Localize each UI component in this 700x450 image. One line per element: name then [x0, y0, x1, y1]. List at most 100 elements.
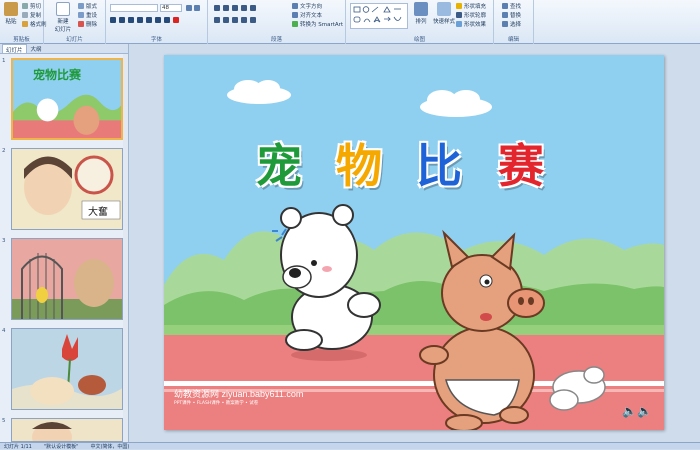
editing-group: 查找 替换 选择 编辑 — [494, 0, 534, 44]
numbering-icon[interactable] — [223, 5, 229, 11]
thumbnail-number: 5 — [2, 418, 6, 424]
title-char-2[interactable]: 物 — [336, 130, 382, 196]
thumbnail-row-3[interactable]: 3 — [2, 238, 124, 322]
new-slide-button[interactable]: 新建 幻灯片 — [52, 2, 74, 33]
watermark-text: 幼教资源网 ziyuan.baby611.com — [174, 389, 304, 399]
case-icon[interactable] — [164, 17, 170, 23]
paste-icon — [4, 2, 18, 16]
current-slide[interactable]: 宠 物 比 赛 幼教资源网 ziyuan.baby611.com PPT课件 •… — [164, 55, 664, 430]
cut-button[interactable]: 剪切 — [22, 2, 41, 10]
font-size-combo[interactable]: 48 — [160, 4, 182, 12]
text-direction-button[interactable]: 文字方向 — [292, 2, 322, 10]
select-button[interactable]: 选择 — [502, 20, 521, 28]
slide-thumbnail-panel: 幻灯片 大纲 1 宠物比赛 2 大奮 3 4 5 — [0, 44, 129, 442]
thumbnail-slide-4[interactable] — [11, 328, 123, 410]
line-spacing-icon[interactable] — [250, 5, 256, 11]
thumbnail-row-2[interactable]: 2 大奮 — [2, 148, 124, 232]
paragraph-group: 文字方向 对齐文本 转换为 SmartArt 段落 — [208, 0, 346, 44]
align-center-icon[interactable] — [223, 17, 229, 23]
speaker-icon[interactable]: 🔈🔈 — [622, 404, 652, 418]
layout-button[interactable]: 版式 — [78, 2, 97, 10]
tab-outline[interactable]: 大纲 — [28, 44, 45, 53]
delete-icon — [78, 21, 84, 27]
slide-4-thumbnail-image — [12, 329, 122, 409]
title-char-4[interactable]: 赛 — [498, 130, 544, 196]
smartart-button[interactable]: 转换为 SmartArt — [292, 20, 343, 28]
bold-icon[interactable] — [110, 17, 116, 23]
grow-font-button[interactable] — [186, 4, 200, 12]
arrange-icon — [414, 2, 428, 16]
align-text-icon — [292, 12, 298, 18]
columns-icon[interactable] — [250, 17, 256, 23]
replace-icon — [502, 12, 508, 18]
title-char-1[interactable]: 宠 — [256, 130, 302, 196]
underline-icon[interactable] — [128, 17, 134, 23]
thumbnail-slide-5[interactable] — [11, 418, 123, 442]
align-row — [214, 16, 256, 24]
replace-button[interactable]: 替换 — [502, 11, 521, 19]
fill-icon — [456, 3, 462, 9]
status-bar: 幻灯片 1/11 "默认设计模板" 中文(简体，中国) — [0, 442, 700, 450]
strikethrough-icon[interactable] — [137, 17, 143, 23]
brush-icon — [22, 21, 28, 27]
grow-font-icon — [186, 5, 192, 11]
text-direction-icon — [292, 3, 298, 9]
thumbnail-number: 1 — [2, 58, 6, 64]
italic-icon[interactable] — [119, 17, 125, 23]
layout-icon — [78, 3, 84, 9]
effects-icon — [456, 21, 462, 27]
thumbnail-scrollbar[interactable] — [123, 54, 128, 442]
slide-editing-area: 宠 物 比 赛 幼教资源网 ziyuan.baby611.com PPT课件 •… — [129, 44, 700, 442]
slide-background — [164, 55, 664, 430]
delete-button[interactable]: 删除 — [78, 20, 97, 28]
new-slide-icon — [56, 2, 70, 16]
shapes-gallery[interactable] — [350, 3, 408, 29]
align-text-button[interactable]: 对齐文本 — [292, 11, 322, 19]
thumbnail-row-4[interactable]: 4 — [2, 328, 124, 412]
copy-button[interactable]: 复制 — [22, 11, 41, 19]
align-right-icon[interactable] — [232, 17, 238, 23]
format-painter-button[interactable]: 格式刷 — [22, 20, 47, 28]
tab-slides[interactable]: 幻灯片 — [2, 44, 27, 54]
copy-icon — [22, 12, 28, 18]
title-char-3[interactable]: 比 — [416, 130, 462, 196]
reset-button[interactable]: 重设 — [78, 11, 97, 19]
font-format-row — [110, 16, 179, 24]
spacing-icon[interactable] — [155, 17, 161, 23]
paste-button[interactable]: 粘贴 — [1, 2, 21, 25]
thumbnail-sign-text: 大奮 — [88, 207, 108, 218]
find-icon — [502, 3, 508, 9]
language-status: 中文(简体，中国) — [90, 443, 130, 450]
thumbnail-number: 4 — [2, 328, 6, 334]
decrease-indent-icon[interactable] — [232, 5, 238, 11]
shape-fill-button[interactable]: 形状填充 — [456, 2, 486, 10]
list-row — [214, 4, 256, 12]
justify-icon[interactable] — [241, 17, 247, 23]
shrink-font-icon — [194, 5, 200, 11]
clipboard-group: 粘贴 剪切 复制 格式刷 剪贴板 — [0, 0, 47, 44]
font-color-icon[interactable] — [173, 17, 179, 23]
drawing-group: 排列 快速样式 形状填充 形状轮廓 形状效果 绘图 — [346, 0, 494, 44]
thumbnail-number: 3 — [2, 238, 6, 244]
find-button[interactable]: 查找 — [502, 2, 521, 10]
increase-indent-icon[interactable] — [241, 5, 247, 11]
thumbnail-slide-3[interactable] — [11, 238, 123, 320]
align-left-icon[interactable] — [214, 17, 220, 23]
thumbnail-row-1[interactable]: 1 宠物比赛 — [2, 58, 124, 142]
smartart-icon — [292, 21, 298, 27]
thumbnail-row-5[interactable]: 5 — [2, 418, 124, 442]
shapes-icon — [353, 6, 402, 23]
watermark-subtext: PPT课件 • FLASH课件 • 教案教学 • 试卷 — [174, 401, 259, 406]
bullets-icon[interactable] — [214, 5, 220, 11]
slide-count-status: 幻灯片 1/11 — [4, 443, 32, 450]
thumbnail-slide-2[interactable]: 大奮 — [11, 148, 123, 230]
font-name-combo[interactable] — [110, 4, 158, 12]
quick-styles-button[interactable]: 快速样式 — [432, 2, 456, 25]
shape-effects-button[interactable]: 形状效果 — [456, 20, 486, 28]
arrange-button[interactable]: 排列 — [410, 2, 432, 25]
shape-outline-button[interactable]: 形状轮廓 — [456, 11, 486, 19]
font-group: 48 字体 — [106, 0, 208, 44]
thumbnail-slide-1[interactable]: 宠物比赛 — [11, 58, 123, 140]
reset-icon — [78, 12, 84, 18]
shadow-icon[interactable] — [146, 17, 152, 23]
